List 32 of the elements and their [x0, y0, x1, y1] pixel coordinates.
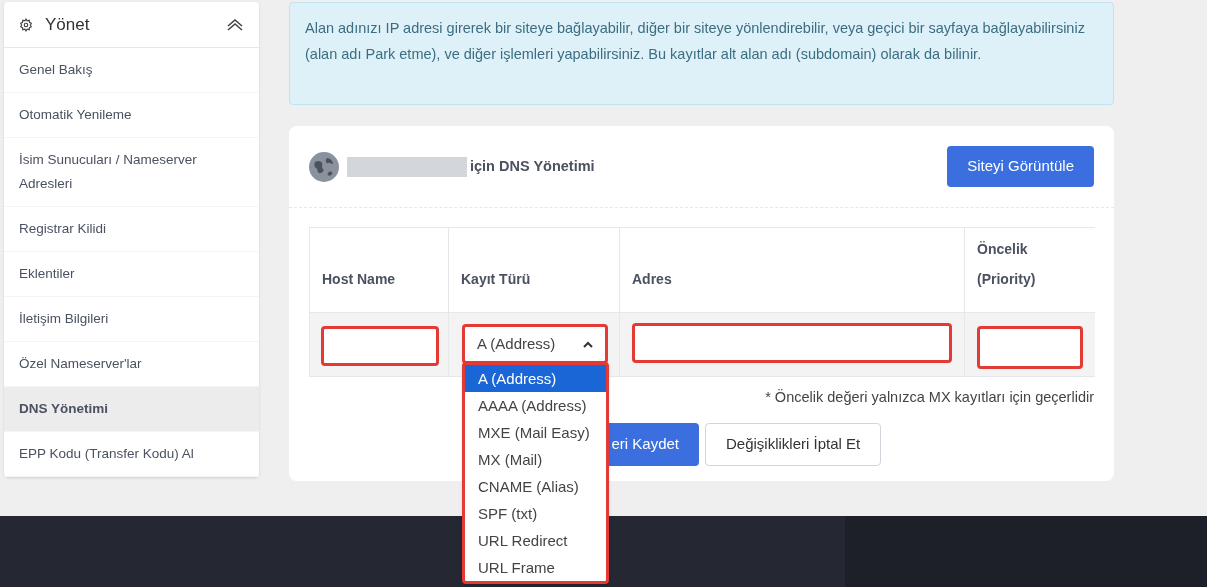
priority-note: * Öncelik değeri yalnızca MX kayıtları için geçerlidir — [765, 388, 1094, 407]
sidebar-item[interactable]: Genel Bakış — [4, 48, 259, 93]
column-header: Host Name — [322, 270, 396, 289]
priority-field[interactable] — [977, 326, 1083, 369]
card-title: için DNS Yönetimi — [470, 156, 595, 176]
cancel-button[interactable]: Değişiklikleri İptal Et — [705, 422, 882, 466]
address-field[interactable] — [632, 323, 952, 363]
dropdown-option[interactable]: URL Redirect — [465, 527, 606, 554]
settings-icon — [19, 17, 33, 32]
dropdown-option[interactable]: CNAME (Alias) — [465, 473, 606, 500]
sidebar-item[interactable]: İsim Sunucuları / Nameserver Adresleri — [4, 138, 259, 207]
sidebar-item[interactable]: DNS Yönetimi — [4, 387, 259, 432]
record-type-select[interactable]: A (Address) — [462, 324, 608, 364]
sidebar-item[interactable]: Eklentiler — [4, 252, 259, 297]
column-header: Kayıt Türü — [461, 270, 531, 289]
sidebar-item[interactable]: İletişim Bilgileri — [4, 297, 259, 342]
sidebar-title: Yönet — [45, 13, 90, 36]
sidebar-item[interactable]: Registrar Kilidi — [4, 207, 259, 252]
globe-icon — [309, 151, 339, 182]
sidebar-item[interactable]: EPP Kodu (Transfer Kodu) Al — [4, 432, 259, 477]
collapse-chevron-icon[interactable] — [226, 17, 244, 32]
column-header: Adres — [632, 270, 672, 289]
sidebar-item[interactable]: Otomatik Yenileme — [4, 93, 259, 138]
dropdown-option[interactable]: A (Address) — [465, 365, 606, 392]
dropdown-option[interactable]: SPF (txt) — [465, 500, 606, 527]
column-header: Öncelik (Priority) — [977, 240, 1037, 289]
host-name-field[interactable] — [321, 326, 439, 366]
dropdown-option[interactable]: AAAA (Address) — [465, 392, 606, 419]
dropdown-option[interactable]: URL Frame — [465, 554, 606, 581]
info-alert: Alan adınızı IP adresi girerek bir siteye bağlayabilir, diğer bir siteye yönlendirebilir, veya geçici bir sayfaya bağlayabilirsiniz (alan adı Park etme), ve diğer işlemleri yapabilirsiniz. Bu kayıtlar alt alan adı (subdomain) olarak da bilinir. — [289, 2, 1114, 105]
caret-icon — [583, 340, 593, 348]
view-site-button[interactable]: Siteyi Görüntüle — [947, 146, 1094, 187]
